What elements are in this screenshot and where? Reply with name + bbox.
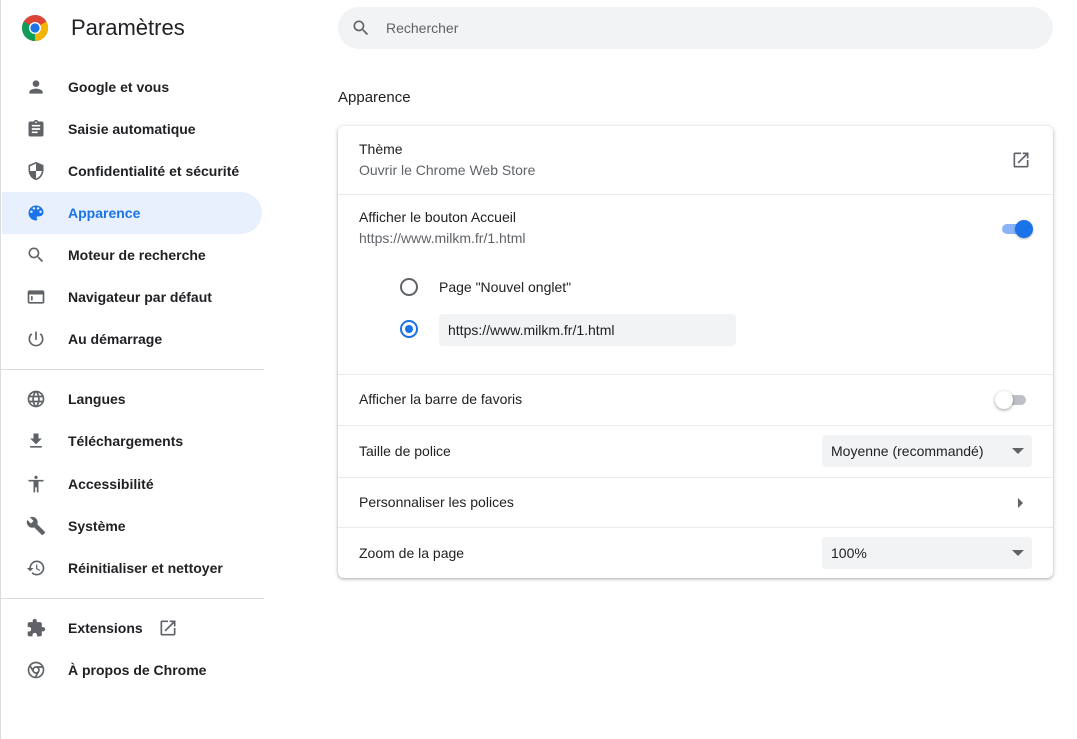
section-title: Apparence (338, 89, 411, 106)
font-size-label: Taille de police (359, 443, 451, 459)
search-bar[interactable] (338, 7, 1053, 49)
sidebar-item-label: À propos de Chrome (68, 662, 207, 678)
page-zoom-row: Zoom de la page 100% (338, 528, 1053, 578)
sidebar-item-telechargements[interactable]: Téléchargements (2, 420, 262, 462)
sidebar-item-apparence[interactable]: Apparence (2, 192, 262, 234)
sidebar-item-a-propos[interactable]: À propos de Chrome (2, 649, 262, 691)
restore-icon (26, 560, 45, 576)
download-icon (30, 433, 42, 448)
bookmarks-bar-toggle[interactable] (995, 390, 1029, 410)
chrome-icon (27, 661, 45, 679)
theme-sublabel: Ouvrir le Chrome Web Store (359, 162, 536, 178)
bookmarks-bar-label: Afficher la barre de favoris (359, 391, 523, 407)
page-zoom-select[interactable]: 100% (822, 537, 1032, 569)
radio-dot (405, 325, 413, 333)
sidebar-item-google-et-vous[interactable]: Google et vous (2, 66, 262, 108)
search-icon (353, 20, 369, 36)
theme-label: Thème (359, 141, 403, 157)
sidebar-item-label: Système (68, 518, 126, 534)
chevron-right-icon (1018, 498, 1023, 508)
theme-row[interactable]: Thème Ouvrir le Chrome Web Store (338, 126, 1053, 194)
sidebar-item-moteur-de-recherche[interactable]: Moteur de recherche (2, 234, 262, 276)
sidebar-item-label: Navigateur par défaut (68, 289, 212, 305)
sidebar-item-label: Réinitialiser et nettoyer (68, 560, 223, 576)
page-zoom-value: 100% (831, 545, 867, 561)
palette-icon (28, 205, 44, 221)
sidebar-item-label: Google et vous (68, 79, 170, 95)
sidebar-item-navigateur-par-defaut[interactable]: Navigateur par défaut (2, 276, 262, 318)
chrome-logo-icon (22, 15, 48, 41)
sidebar-item-label: Confidentialité et sécurité (68, 163, 240, 179)
sidebar-item-label: Accessibilité (68, 476, 154, 492)
font-size-value: Moyenne (recommandé) (831, 443, 984, 459)
dropdown-arrow-icon (1012, 550, 1024, 556)
sidebar-item-label: Moteur de recherche (68, 247, 206, 263)
customize-fonts-label: Personnaliser les polices (359, 494, 514, 510)
toggle-knob (995, 391, 1013, 409)
sidebar-item-accessibilite[interactable]: Accessibilité (2, 463, 262, 505)
sidebar-item-label: Langues (68, 391, 126, 407)
radio-ring (400, 278, 418, 296)
sidebar-item-label: Extensions (68, 620, 143, 636)
home-button-label: Afficher le bouton Accueil (359, 209, 516, 225)
search-icon (28, 247, 44, 263)
sidebar-item-langues[interactable]: Langues (2, 378, 262, 420)
page-zoom-label: Zoom de la page (359, 545, 465, 561)
sidebar-item-label: Apparence (68, 205, 141, 221)
wrench-icon (26, 516, 46, 536)
radio-custom-url[interactable] (400, 320, 418, 338)
customize-fonts-row[interactable]: Personnaliser les polices (338, 478, 1053, 527)
sidebar-divider (0, 598, 264, 599)
page-title: Paramètres (71, 15, 185, 40)
radio-new-tab[interactable] (400, 278, 418, 296)
home-button-url: https://www.milkm.fr/1.html (359, 230, 526, 246)
home-button-toggle[interactable] (999, 219, 1033, 239)
accessibility-icon (28, 475, 44, 493)
home-url-input[interactable] (439, 314, 736, 346)
puzzle-icon (27, 618, 46, 637)
sidebar-item-label: Saisie automatique (68, 121, 196, 137)
power-icon (28, 331, 44, 347)
font-size-row: Taille de police Moyenne (recommandé) (338, 426, 1053, 477)
open-in-new-icon[interactable] (1011, 150, 1031, 170)
radio-new-tab-label[interactable]: Page "Nouvel onglet" (439, 277, 571, 297)
appearance-card: Thème Ouvrir le Chrome Web Store Affiche… (338, 126, 1053, 578)
sidebar-item-saisie-automatique[interactable]: Saisie automatique (2, 108, 262, 150)
browser-window-icon (27, 290, 45, 304)
sidebar-item-label: Au démarrage (68, 331, 163, 347)
sidebar-item-systeme[interactable]: Système (2, 505, 262, 547)
bookmarks-bar-row[interactable]: Afficher la barre de favoris (338, 375, 1053, 425)
font-size-select[interactable]: Moyenne (recommandé) (822, 435, 1032, 467)
sidebar-item-label: Téléchargements (68, 433, 184, 449)
search-input[interactable] (386, 7, 1026, 49)
external-link-icon (160, 620, 176, 636)
dropdown-arrow-icon (1012, 448, 1024, 454)
toggle-knob (1015, 220, 1033, 238)
sidebar-item-au-demarrage[interactable]: Au démarrage (2, 318, 262, 360)
sidebar-divider (0, 369, 264, 370)
globe-icon (27, 390, 45, 408)
sidebar-item-extensions[interactable]: Extensions (2, 607, 262, 649)
person-icon (29, 80, 43, 94)
sidebar-item-reinitialiser[interactable]: Réinitialiser et nettoyer (2, 547, 262, 589)
shield-icon (28, 161, 44, 181)
sidebar-item-confidentialite[interactable]: Confidentialité et sécurité (2, 150, 262, 192)
clipboard-icon (28, 119, 44, 137)
